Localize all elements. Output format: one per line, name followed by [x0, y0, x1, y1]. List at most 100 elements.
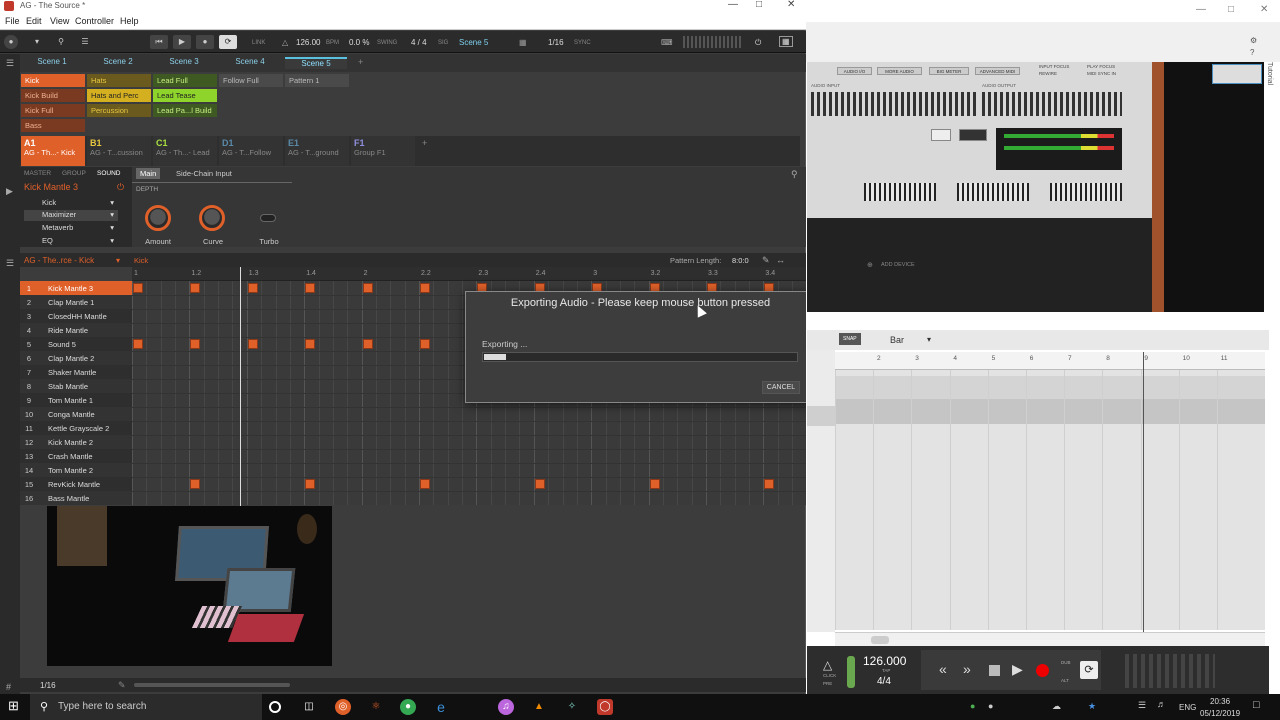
menu-edit[interactable]: Edit — [26, 16, 42, 26]
maschine-app-icon[interactable]: ◎ — [335, 699, 351, 715]
chevron-down-icon[interactable]: ▾ — [28, 35, 46, 49]
track-header[interactable] — [807, 406, 835, 426]
clock-date[interactable]: 05/12/2019 — [1200, 709, 1240, 718]
pattern-name[interactable]: Kick — [134, 256, 148, 265]
sync-label[interactable]: SYNC — [574, 40, 591, 46]
cancel-button[interactable]: CANCEL — [762, 381, 800, 394]
scene-2[interactable]: Scene 2 — [87, 57, 149, 69]
record-button[interactable] — [1036, 664, 1049, 677]
group-b1[interactable]: B1 AG - T...cussion — [87, 136, 151, 166]
signature-value[interactable]: 4 / 4 — [411, 38, 427, 47]
snap-button[interactable]: SNAP — [839, 333, 861, 345]
minimize-icon[interactable]: — — [1196, 4, 1206, 15]
metronome-icon[interactable]: △ — [282, 38, 288, 47]
power-icon[interactable]: ⏻ — [117, 182, 124, 193]
tap-label[interactable]: TAP — [882, 668, 890, 673]
scene-1[interactable]: Scene 1 — [21, 57, 83, 69]
clip[interactable]: Bass — [21, 119, 85, 132]
dub-label[interactable]: DUB — [1061, 660, 1071, 665]
clip[interactable]: Kick Full — [21, 104, 85, 117]
group-c1[interactable]: C1 AG - Th...- Lead — [153, 136, 217, 166]
task-view-icon[interactable]: ◫ — [301, 699, 317, 715]
note-step[interactable] — [305, 479, 316, 489]
clip[interactable]: Lead Full — [153, 74, 217, 87]
loop-button[interactable]: ⟳ — [219, 35, 237, 49]
group-f1[interactable]: F1 Group F1 — [351, 136, 415, 166]
add-group-icon[interactable]: + — [422, 138, 427, 148]
record-button[interactable]: ● — [196, 35, 214, 49]
scene-3[interactable]: Scene 3 — [153, 57, 215, 69]
note-step[interactable] — [247, 283, 258, 293]
speaker-icon[interactable]: ▶ — [6, 186, 13, 197]
tutorial-tab[interactable]: Tutorial — [1266, 62, 1273, 85]
add-scene-icon[interactable]: + — [358, 57, 363, 67]
language-indicator[interactable]: ENG — [1179, 703, 1196, 712]
sound-row[interactable]: 15 RevKick Mantle — [20, 477, 132, 491]
search-icon[interactable]: ⚲ — [791, 169, 798, 180]
stop-button[interactable] — [989, 665, 1000, 676]
note-step[interactable] — [133, 283, 143, 293]
sound-row[interactable]: 6 Clap Mantle 2 — [20, 351, 132, 365]
more-audio-button[interactable]: MORE AUDIO — [877, 67, 922, 75]
turbo-toggle[interactable] — [260, 214, 276, 222]
audio-io-button[interactable]: AUDIO I/O — [837, 67, 872, 75]
click-level-slider[interactable] — [847, 656, 855, 688]
wifi-icon[interactable]: ☰ — [1138, 700, 1146, 711]
tab-group[interactable]: GROUP — [62, 170, 86, 177]
clock-time[interactable]: 20:36 — [1210, 697, 1230, 706]
tab-main[interactable]: Main — [136, 168, 161, 179]
scroll-thumb[interactable] — [871, 636, 889, 644]
chevron-down-icon[interactable]: ▾ — [927, 335, 931, 344]
cortana-icon[interactable] — [269, 701, 281, 713]
menu-view[interactable]: View — [50, 16, 69, 26]
grid-quantize[interactable]: 1/16 — [40, 681, 56, 690]
add-device-label[interactable]: ADD DEVICE — [881, 262, 915, 268]
dim-button[interactable] — [959, 129, 987, 141]
curve-knob[interactable] — [199, 205, 225, 231]
pencil-icon[interactable]: ✎ — [118, 680, 126, 691]
scene-4[interactable]: Scene 4 — [219, 57, 281, 69]
menu-controller[interactable]: Controller — [75, 16, 114, 26]
native-access-icon[interactable]: ⚛ — [368, 699, 384, 715]
sequencer-ruler[interactable]: 2 3 4 5 6 7 8 9 10 11 — [835, 352, 1265, 370]
loop-button[interactable]: ⟳ — [1080, 661, 1098, 679]
clip[interactable]: Hats and Perc — [87, 89, 151, 102]
rewind-button[interactable]: ⏮ — [150, 35, 168, 49]
note-step[interactable] — [190, 339, 201, 349]
sound-row[interactable]: 9 Tom Mantle 1 — [20, 393, 132, 407]
chevron-down-icon[interactable]: ▾ — [110, 223, 114, 232]
menu-help[interactable]: Help — [120, 16, 139, 26]
group-d1[interactable]: D1 AG - T...Follow — [219, 136, 283, 166]
plugin-slot-metaverb[interactable]: Metaverb ▾ — [24, 223, 118, 234]
rewind-button[interactable]: « — [939, 661, 947, 677]
clip[interactable]: Kick Build — [21, 89, 85, 102]
power-icon[interactable]: ⏻ — [755, 38, 761, 48]
edge-icon[interactable]: e — [433, 699, 449, 715]
rack-minimap[interactable] — [1212, 64, 1262, 84]
windows-start-icon[interactable]: ⊞ — [8, 698, 19, 714]
sound-row[interactable]: 2 Clap Mantle 1 — [20, 295, 132, 309]
link-label[interactable]: LINK — [252, 40, 265, 46]
note-step[interactable] — [362, 339, 373, 349]
note-step[interactable] — [190, 479, 201, 489]
plugin-slot-kick[interactable]: Kick ▾ — [24, 198, 118, 209]
sequencer-scrollbar[interactable] — [835, 632, 1265, 646]
help-icon[interactable]: ? — [1250, 48, 1254, 57]
sound-row[interactable]: 8 Stab Mantle — [20, 379, 132, 393]
pattern-group-name[interactable]: AG - The..rce - Kick — [24, 256, 94, 265]
group-e1[interactable]: E1 AG - T...ground — [285, 136, 349, 166]
note-step[interactable] — [305, 339, 316, 349]
clip[interactable]: Lead Pa...l Build — [153, 104, 217, 117]
note-step[interactable] — [764, 479, 775, 489]
volume-icon[interactable]: ♬ — [1157, 699, 1166, 709]
sound-row[interactable]: 14 Tom Mantle 2 — [20, 463, 132, 477]
itunes-icon[interactable]: ♫ — [498, 699, 514, 715]
vlc-icon[interactable]: ▲ — [531, 699, 547, 715]
keyboard-icon[interactable]: ⌨ — [661, 38, 673, 47]
note-step[interactable] — [649, 479, 660, 489]
play-button[interactable]: ▶ — [1012, 661, 1023, 678]
sound-row[interactable]: 11 Kettle Grayscale 2 — [20, 421, 132, 435]
close-icon[interactable]: ✕ — [1260, 4, 1268, 15]
tempo-value[interactable]: 126.000 — [863, 654, 906, 668]
grid-select[interactable]: Bar — [890, 335, 904, 345]
